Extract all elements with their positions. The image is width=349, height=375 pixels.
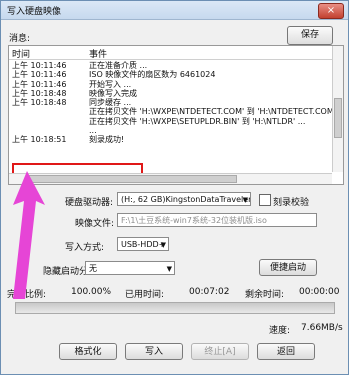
write-disk-image-window: 写入硬盘映像 × 消息: 保存 时间 事件 上午 10:11:46 正在准备介质 … [0, 0, 349, 375]
log-time: 上午 10:18:48 [12, 88, 67, 98]
log-row: 上午 10:18:51 刻录成功! [9, 135, 332, 144]
verify-label: 刻录校验 [273, 198, 310, 208]
log-time: 上午 10:11:46 [12, 61, 67, 70]
log-row: 上午 10:18:48 映像写入完成 [9, 89, 332, 98]
image-file-field[interactable]: F:\1\土豆系统-win7系统-32位装机版.iso [117, 213, 317, 227]
speed-value: 7.66MB/s [301, 323, 343, 333]
log-time: 上午 10:11:46 [12, 70, 67, 80]
log-row: 正在拷贝文件 'H:\WXPE\NTDETECT.COM' 到 'H:\NTDE… [9, 107, 343, 116]
save-button[interactable]: 保存 [287, 26, 333, 45]
vertical-scroll-thumb[interactable] [334, 98, 342, 138]
remaining-value: 00:00:00 [299, 287, 340, 297]
log-event: 开始写入 ... [89, 79, 132, 89]
log-event: ... [89, 126, 97, 136]
message-log[interactable]: 时间 事件 上午 10:11:46 正在准备介质 ... 上午 10:11:46 IS… [8, 45, 344, 185]
elapsed-value: 00:07:02 [189, 287, 230, 297]
write-button[interactable]: 写入 [125, 343, 183, 360]
log-row: 正在拷贝文件 'H:\WXPE\SETUPLDR.BIN' 到 'H:\NTLD… [9, 117, 332, 126]
vertical-scrollbar[interactable] [332, 46, 343, 172]
column-event: 事件 [89, 50, 108, 60]
log-row: 上午 10:11:46 正在准备介质 ... [9, 61, 332, 70]
title-bar: 写入硬盘映像 × [1, 1, 348, 20]
log-header: 时间 事件 [9, 46, 332, 60]
stop-button[interactable]: 终止[A] [191, 343, 249, 360]
column-time: 时间 [12, 50, 31, 60]
log-event: 映像写入完成 [89, 88, 137, 98]
log-time: 上午 10:18:51 [12, 135, 67, 145]
log-event: 正在准备介质 ... [89, 61, 148, 70]
log-event: 正在拷贝文件 'H:\WXPE\SETUPLDR.BIN' 到 'H:\NTLD… [89, 116, 306, 126]
hidden-partition-select[interactable]: 无 ▼ [85, 261, 175, 275]
close-icon: × [326, 5, 336, 16]
complete-value: 100.00% [71, 287, 112, 297]
image-file-label: 映像文件: [75, 219, 115, 229]
back-button[interactable]: 返回 [257, 343, 315, 360]
write-mode-select[interactable]: USB-HDD+ ▼ [117, 237, 169, 251]
log-event: 正在拷贝文件 'H:\WXPE\NTDETECT.COM' 到 'H:\NTDE… [89, 107, 344, 117]
hidden-partition-value: 无 [89, 264, 97, 273]
write-mode-value: USB-HDD+ [121, 240, 166, 249]
window-title: 写入硬盘映像 [7, 7, 62, 17]
arrow-shape [13, 171, 45, 299]
dropdown-icon: ▼ [242, 196, 248, 204]
drive-select[interactable]: (H:, 62 GB)KingstonDataTraveler 3.0PMAP▼ [117, 192, 251, 206]
log-row: 上午 10:11:46 ISO 映像文件的扇区数为 6461024 [9, 70, 332, 79]
drive-label: 硬盘驱动器: [65, 198, 114, 208]
close-button[interactable]: × [318, 3, 344, 19]
messages-label: 消息: [9, 34, 31, 44]
log-row: 上午 10:11:46 开始写入 ... [9, 80, 332, 89]
annotation-arrow-icon [13, 171, 45, 299]
drive-value: (H:, 62 GB)KingstonDataTraveler 3.0PMAP [121, 195, 251, 204]
quick-boot-button[interactable]: 便捷启动 [259, 259, 317, 276]
log-rows: 上午 10:11:46 正在准备介质 ... 上午 10:11:46 ISO 映像文件… [9, 61, 343, 145]
elapsed-label: 已用时间: [125, 290, 165, 300]
log-time: 上午 10:18:48 [12, 98, 67, 108]
dropdown-icon: ▼ [166, 265, 172, 273]
log-row: ... [9, 126, 332, 135]
speed-label: 速度: [269, 326, 291, 336]
verify-checkbox[interactable] [259, 194, 271, 206]
log-time: 上午 10:11:46 [12, 79, 67, 89]
log-event: 刻录成功! [89, 135, 125, 145]
format-button[interactable]: 格式化 [59, 343, 117, 360]
dropdown-icon: ▼ [160, 241, 166, 249]
log-event: ISO 映像文件的扇区数为 6461024 [89, 70, 216, 80]
image-file-value: F:\1\土豆系统-win7系统-32位装机版.iso [121, 216, 267, 225]
remaining-label: 剩余时间: [245, 290, 285, 300]
